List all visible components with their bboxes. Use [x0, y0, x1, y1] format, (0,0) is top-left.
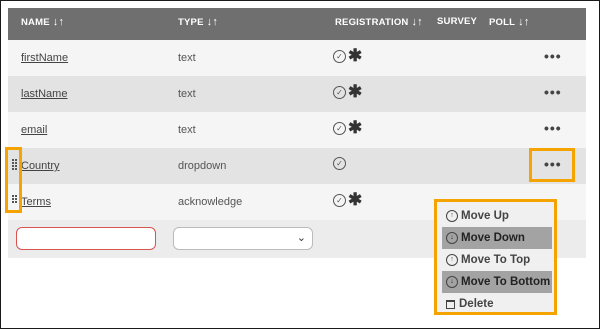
column-header-type-label: TYPE — [178, 17, 204, 28]
column-header-survey-label: SURVEY — [437, 16, 478, 27]
registration-indicators: ✓ ✱ — [333, 190, 363, 209]
menu-item-move-to-top[interactable]: ↑ Move To Top — [442, 249, 552, 271]
more-actions-button[interactable]: ••• — [544, 48, 562, 64]
field-name-link[interactable]: lastName — [21, 88, 67, 100]
required-asterisk-icon: ✱ — [348, 82, 363, 101]
column-header-survey[interactable]: SURVEY — [437, 16, 477, 27]
column-header-poll[interactable]: POLL ↓↑ — [489, 16, 530, 28]
registration-indicators: ✓ ✱ — [333, 46, 363, 65]
field-type: text — [178, 52, 196, 64]
new-field-name-input[interactable] — [16, 227, 156, 250]
arrow-down-circle-icon: ↓ — [446, 276, 458, 288]
more-actions-button[interactable]: ••• — [544, 84, 562, 100]
field-name-link[interactable]: Terms — [21, 196, 51, 208]
trash-icon — [446, 299, 455, 309]
drag-handle-highlight — [5, 147, 22, 213]
field-type: text — [178, 88, 196, 100]
menu-item-label: Move To Bottom — [461, 276, 551, 288]
column-header-name[interactable]: NAME ↓↑ — [21, 16, 64, 28]
column-header-registration[interactable]: REGISTRATION ↓↑ — [335, 16, 423, 28]
check-circle-icon: ✓ — [333, 193, 346, 207]
table-row: Country dropdown ✓ ••• — [8, 148, 586, 184]
field-type: dropdown — [178, 160, 227, 172]
arrow-down-circle-icon: ↓ — [446, 232, 458, 244]
menu-item-label: Move To Top — [461, 254, 531, 266]
field-name-link[interactable]: firstName — [21, 52, 68, 64]
check-circle-icon: ✓ — [333, 49, 346, 63]
arrow-up-circle-icon: ↑ — [446, 210, 458, 222]
sort-icon[interactable]: ↓↑ — [207, 16, 218, 28]
check-circle-icon: ✓ — [333, 85, 346, 99]
field-name-link[interactable]: Country — [21, 160, 60, 172]
registration-indicators: ✓ ✱ — [333, 118, 363, 137]
column-header-registration-label: REGISTRATION — [335, 17, 409, 28]
registration-indicators: ✓ ✱ — [333, 82, 363, 101]
field-name-link[interactable]: email — [21, 124, 47, 136]
table-header: NAME ↓↑ TYPE ↓↑ REGISTRATION ↓↑ SURVEY POLL… — [8, 8, 586, 40]
check-circle-icon: ✓ — [333, 121, 346, 135]
column-header-name-label: NAME — [21, 17, 50, 28]
table-row: lastName text ✓ ✱ ••• — [8, 76, 586, 112]
table-row: email text ✓ ✱ ••• — [8, 112, 586, 148]
menu-item-move-to-bottom[interactable]: ↓ Move To Bottom — [442, 271, 552, 293]
new-field-type-select[interactable]: ⌄ — [173, 227, 313, 250]
menu-item-label: Delete — [459, 298, 494, 310]
field-type: text — [178, 124, 196, 136]
more-actions-button[interactable]: ••• — [544, 120, 562, 136]
arrow-up-circle-icon: ↑ — [446, 254, 458, 266]
check-circle-icon: ✓ — [333, 157, 346, 170]
menu-item-delete[interactable]: Delete — [442, 293, 552, 315]
row-actions-menu: ↑ Move Up ↓ Move Down ↑ Move To Top ↓ Move T… — [434, 199, 557, 315]
table-row: firstName text ✓ ✱ ••• — [8, 40, 586, 76]
menu-item-move-down[interactable]: ↓ Move Down — [442, 227, 552, 249]
sort-icon[interactable]: ↓↑ — [518, 16, 529, 28]
field-type: acknowledge — [178, 196, 243, 208]
required-asterisk-icon: ✱ — [348, 46, 363, 65]
menu-item-move-up[interactable]: ↑ Move Up — [442, 205, 552, 227]
column-header-type[interactable]: TYPE ↓↑ — [178, 16, 218, 28]
registration-indicators: ✓ — [333, 157, 346, 170]
sort-icon[interactable]: ↓↑ — [53, 16, 64, 28]
column-header-poll-label: POLL — [489, 17, 516, 28]
chevron-down-icon: ⌄ — [296, 232, 306, 244]
more-actions-highlight — [529, 148, 575, 182]
menu-item-label: Move Down — [461, 232, 525, 244]
menu-item-label: Move Up — [461, 210, 509, 222]
sort-icon[interactable]: ↓↑ — [411, 16, 422, 28]
required-asterisk-icon: ✱ — [348, 118, 363, 137]
required-asterisk-icon: ✱ — [348, 190, 363, 209]
